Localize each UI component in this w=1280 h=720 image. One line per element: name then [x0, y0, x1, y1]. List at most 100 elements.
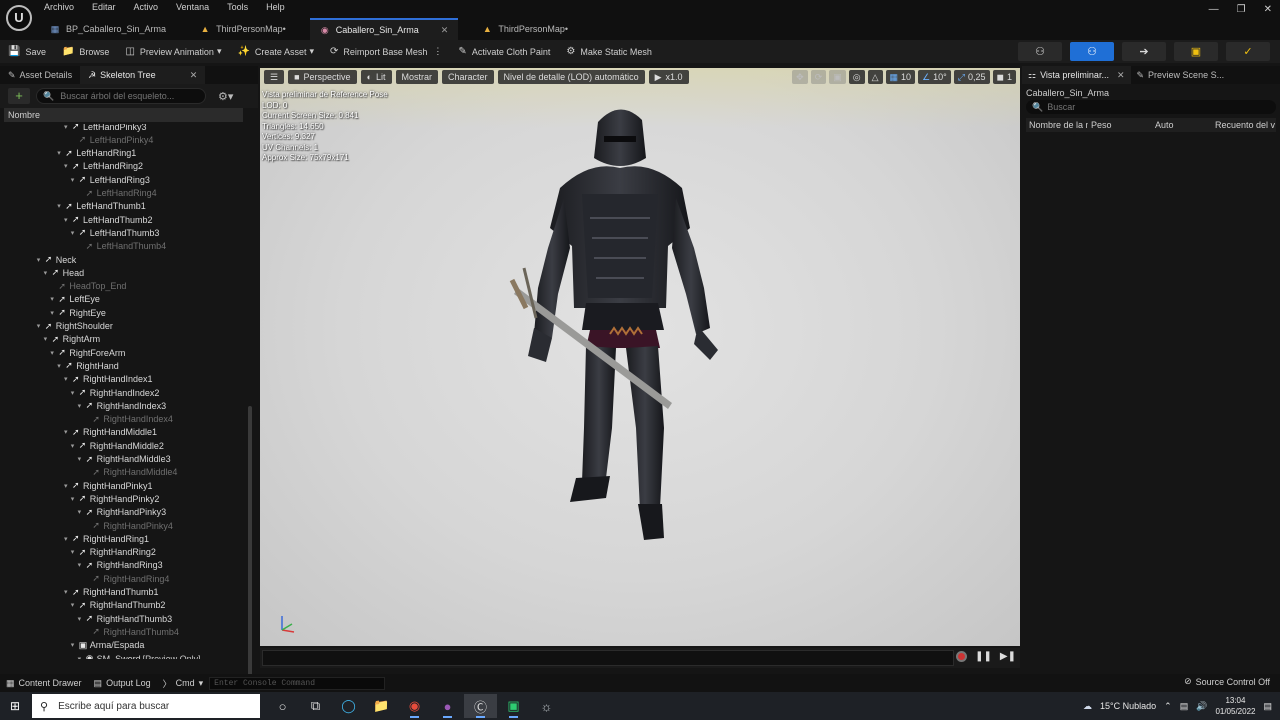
- tab-document[interactable]: ◉ Caballero_Sin_Arma ✕: [309, 18, 459, 40]
- content-drawer-button[interactable]: ▦ Content Drawer: [0, 678, 88, 689]
- gear-icon[interactable]: ⚙▾: [218, 90, 233, 103]
- file-explorer-icon[interactable]: 📁: [365, 694, 398, 718]
- windows-start-icon[interactable]: ⊞: [8, 699, 22, 713]
- timeline-track[interactable]: [262, 650, 954, 666]
- expand-arrow-icon[interactable]: ▾: [78, 615, 86, 623]
- bone-tree-row[interactable]: ➚ HeadTop_End: [50, 280, 126, 293]
- grid-snap-toggle[interactable]: ▦ 10: [885, 70, 916, 84]
- bone-tree-row[interactable]: ➚ LeftHandPinky4: [71, 133, 154, 146]
- create-asset-button[interactable]: ✨ Create Asset ▾: [229, 40, 322, 63]
- close-icon[interactable]: ✕: [1117, 70, 1125, 81]
- close-icon[interactable]: ✕: [1264, 4, 1272, 15]
- close-icon[interactable]: ✕: [441, 25, 449, 36]
- volume-icon[interactable]: 🔊: [1196, 701, 1207, 712]
- bone-tree-row[interactable]: ▾ ➚ RightHandMiddle1: [64, 426, 157, 439]
- expand-arrow-icon[interactable]: ▾: [78, 508, 86, 516]
- expand-arrow-icon[interactable]: ▾: [71, 442, 79, 450]
- expand-arrow-icon[interactable]: ▾: [64, 124, 72, 131]
- expand-arrow-icon[interactable]: ▾: [44, 335, 52, 343]
- bone-tree-row[interactable]: ▾ ➚ RightForeArm: [50, 346, 125, 359]
- expand-arrow-icon[interactable]: ▾: [64, 535, 72, 543]
- expand-arrow-icon[interactable]: ▾: [71, 176, 79, 184]
- bone-tree-row[interactable]: ➚ LeftHandRing4: [78, 187, 157, 200]
- move-icon[interactable]: ✥: [792, 70, 808, 84]
- scale-snap-toggle[interactable]: ⤢ 0,25: [953, 70, 990, 84]
- expand-arrow-icon[interactable]: ▾: [71, 389, 79, 397]
- bone-tree-row[interactable]: ▾ ➚ LeftHandRing2: [64, 160, 143, 173]
- expand-arrow-icon[interactable]: ▾: [64, 162, 72, 170]
- expand-arrow-icon[interactable]: ▾: [44, 269, 52, 277]
- bone-tree-row[interactable]: ▾ ➚ RightHandMiddle2: [71, 439, 164, 452]
- unreal-engine-icon[interactable]: Ⓒ: [464, 694, 497, 718]
- playback-speed-button[interactable]: ▶ x1.0: [648, 70, 689, 84]
- bone-tree-row[interactable]: ▾ ➚ LeftHandThumb1: [57, 200, 146, 213]
- expand-arrow-icon[interactable]: ▾: [37, 322, 45, 330]
- bone-tree-row[interactable]: ➚ RightHandThumb4: [84, 625, 179, 638]
- bone-tree-row[interactable]: ▾ ➚ LeftHandPinky3: [64, 124, 147, 133]
- expand-arrow-icon[interactable]: ▾: [78, 402, 86, 410]
- bone-tree-row[interactable]: ▾ ➚ RightHandThumb1: [64, 586, 159, 599]
- source-control-button[interactable]: ⊘ Source Control Off: [1184, 676, 1270, 687]
- show-button[interactable]: Mostrar: [395, 70, 439, 84]
- bone-tree-row[interactable]: ▾ ➚ RightHandPinky1: [64, 479, 153, 492]
- expand-arrow-icon[interactable]: ▾: [57, 362, 65, 370]
- bone-tree-row[interactable]: ▾ ▣ Arma/Espada: [71, 639, 145, 652]
- column-auto[interactable]: Auto: [1152, 118, 1212, 132]
- chevron-up-icon[interactable]: ⌃: [1164, 701, 1172, 712]
- tree-search-input[interactable]: [60, 91, 201, 101]
- reimport-button[interactable]: ⟳ Reimport Base Mesh ⋮: [322, 40, 450, 63]
- lod-button[interactable]: Nivel de detalle (LOD) automático: [497, 70, 645, 84]
- close-icon[interactable]: ✕: [190, 70, 198, 81]
- bone-tree-row[interactable]: ▾ ➚ RightArm: [44, 333, 101, 346]
- column-weight[interactable]: Peso: [1088, 118, 1152, 132]
- camera-count-toggle[interactable]: ◼ 1: [992, 70, 1016, 84]
- bone-tree-row[interactable]: ▾ ➚ RightHandThumb3: [78, 612, 173, 625]
- pause-icon[interactable]: ❚❚: [975, 651, 992, 662]
- tab-document[interactable]: ▲ ThirdPersonMap•: [190, 18, 296, 40]
- bone-tree-row[interactable]: ▾ ➚ RightHandRing2: [71, 546, 156, 559]
- expand-arrow-icon[interactable]: ▾: [64, 428, 72, 436]
- bone-tree-row[interactable]: ▾ ◉ SM_Sword [Preview Only]: [78, 652, 201, 659]
- expand-arrow-icon[interactable]: ▾: [71, 548, 79, 556]
- bone-tree-row[interactable]: ▾ ➚ Neck: [37, 253, 77, 266]
- lit-button[interactable]: ◐ Lit: [360, 70, 392, 84]
- rotation-snap-toggle[interactable]: ∠ 10°: [918, 70, 951, 84]
- menu-item[interactable]: Ventana: [176, 2, 217, 12]
- more-options-icon[interactable]: ⋮: [433, 46, 442, 57]
- bone-tree-row[interactable]: ▾ ➚ RightHandIndex2: [71, 386, 160, 399]
- minimize-icon[interactable]: —: [1209, 4, 1219, 15]
- expand-arrow-icon[interactable]: ▾: [64, 375, 72, 383]
- expand-arrow-icon[interactable]: ▾: [71, 495, 79, 503]
- surface-snap-icon[interactable]: △: [867, 70, 883, 84]
- bone-tree-row[interactable]: ▾ ➚ LeftHandThumb2: [64, 213, 153, 226]
- menu-item[interactable]: Tools: [227, 2, 256, 12]
- app-chat-icon[interactable]: ☼: [530, 694, 563, 718]
- weather-text[interactable]: 15°C Nublado: [1100, 701, 1156, 711]
- menu-item[interactable]: Activo: [134, 2, 167, 12]
- rotate-icon[interactable]: ⟳: [810, 70, 827, 84]
- expand-arrow-icon[interactable]: ▾: [64, 482, 72, 490]
- chrome-icon[interactable]: ◉: [398, 694, 431, 718]
- step-forward-icon[interactable]: ▶❚: [1000, 651, 1016, 662]
- expand-arrow-icon[interactable]: ▾: [78, 561, 86, 569]
- cloth-paint-button[interactable]: ✎ Activate Cloth Paint: [450, 40, 558, 63]
- edge-icon[interactable]: ◯: [332, 694, 365, 718]
- column-name[interactable]: Nombre de la n: [1026, 118, 1088, 132]
- tab-preview-scene-settings[interactable]: ✎ Preview Scene S...: [1131, 66, 1231, 84]
- expand-arrow-icon[interactable]: ▾: [71, 641, 79, 649]
- menu-item[interactable]: Archivo: [44, 2, 82, 12]
- menu-item[interactable]: Help: [266, 2, 293, 12]
- tab-document[interactable]: ▦ BP_Caballero_Sin_Arma: [40, 18, 176, 40]
- browse-button[interactable]: 📁 Browse: [54, 40, 117, 63]
- perspective-button[interactable]: ■ Perspective: [288, 70, 357, 84]
- expand-arrow-icon[interactable]: ▾: [57, 149, 65, 157]
- bone-tree-row[interactable]: ▾ ➚ RightHandPinky2: [71, 492, 160, 505]
- bone-tree-row[interactable]: ▾ ➚ RightHandPinky3: [78, 506, 167, 519]
- bone-tree-row[interactable]: ➚ RightHandRing4: [84, 572, 169, 585]
- expand-arrow-icon[interactable]: ▾: [50, 309, 58, 317]
- bone-tree-row[interactable]: ➚ RightHandIndex4: [84, 413, 173, 426]
- bone-tree-row[interactable]: ➚ RightHandMiddle4: [84, 466, 177, 479]
- tree-scrollbar[interactable]: [248, 406, 252, 720]
- tab-asset-details[interactable]: ✎ Asset Details: [0, 66, 80, 84]
- taskbar-search[interactable]: ⚲ Escribe aquí para buscar: [32, 694, 260, 718]
